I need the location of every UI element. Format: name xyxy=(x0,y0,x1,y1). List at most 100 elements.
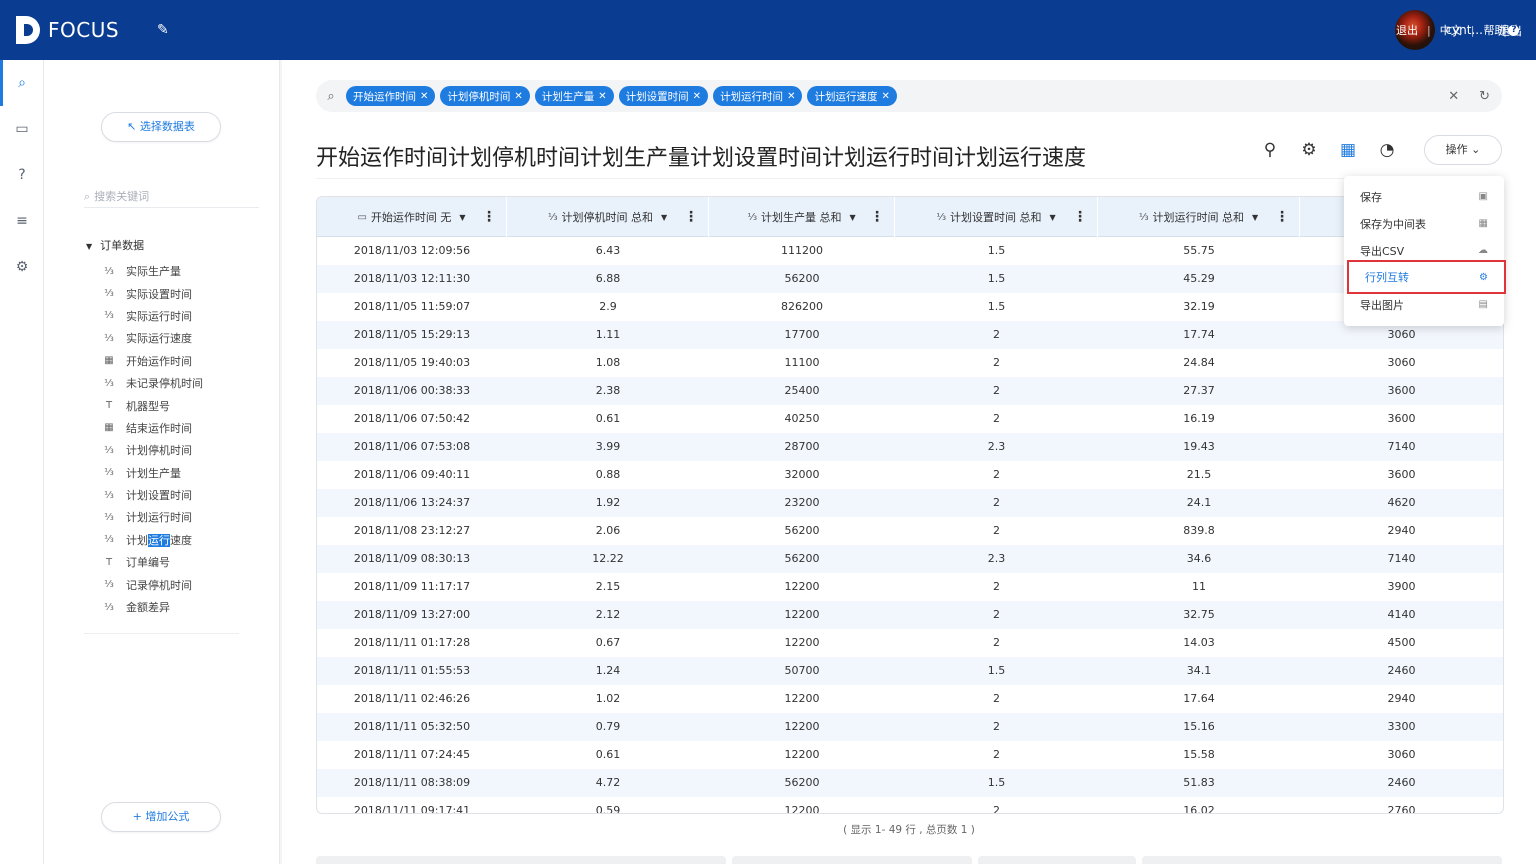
column-item[interactable]: ⅓ 金额差异 xyxy=(102,596,203,618)
add-formula-button[interactable]: + 增加公式 xyxy=(101,802,221,832)
refresh-icon[interactable]: ↻ xyxy=(1479,89,1490,104)
table-row[interactable]: 2018/11/09 08:30:13 12.22 56200 2.3 34.6 7140 xyxy=(317,545,1503,573)
column-item[interactable]: ▦ 结束运作时间 xyxy=(102,417,203,439)
column-item[interactable]: ▦ 开始运作时间 xyxy=(102,350,203,372)
data-nav-icon[interactable]: ≡ xyxy=(0,198,44,244)
more-icon[interactable]: ⋮ xyxy=(1275,209,1289,225)
table-cell: 4500 xyxy=(1387,636,1416,649)
close-icon[interactable]: ✕ xyxy=(693,91,701,102)
table-row[interactable]: 2018/11/06 13:24:37 1.92 23200 2 24.1 4620 xyxy=(317,489,1503,517)
column-item[interactable]: ⅓ 实际运行时间 xyxy=(102,305,203,327)
table-row[interactable]: 2018/11/06 07:53:08 3.99 28700 2.3 19.43 7140 xyxy=(317,433,1503,461)
table-row[interactable]: 2018/11/09 13:27:00 2.12 12200 2 32.75 4140 xyxy=(317,601,1503,629)
column-header[interactable]: ⅓ 计划生产量 总和 ▼ ⋮ xyxy=(709,197,895,237)
settings-nav-icon[interactable]: ⚙ xyxy=(0,244,44,290)
bottom-panel-tab[interactable] xyxy=(978,856,1136,864)
keyword-search-input[interactable]: ⌕ 搜索关键词 xyxy=(84,186,259,208)
column-item[interactable]: T 机器型号 xyxy=(102,394,203,416)
bottom-panel-tab[interactable] xyxy=(316,856,726,864)
logo[interactable]: FOCUS xyxy=(16,16,119,44)
table-row[interactable]: 2018/11/11 01:17:28 0.67 12200 2 14.03 4500 xyxy=(317,629,1503,657)
help-link[interactable]: 帮助 xyxy=(1483,22,1505,38)
table-row[interactable]: 2018/11/11 08:38:09 4.72 56200 1.5 51.83 2460 xyxy=(317,769,1503,797)
caret-down-icon[interactable]: ▼ xyxy=(86,242,92,251)
column-header[interactable]: ⅓ 计划停机时间 总和 ▼ ⋮ xyxy=(507,197,709,237)
search-token[interactable]: 计划生产量 ✕ xyxy=(534,86,614,106)
search-token[interactable]: 计划运行速度 ✕ xyxy=(807,86,897,106)
language-link[interactable]: 中文 xyxy=(1440,22,1462,38)
column-label: 计划设置时间 xyxy=(126,489,192,503)
help-icon[interactable]: ? xyxy=(1508,24,1520,36)
logout-link[interactable]: 退出 xyxy=(1396,22,1418,38)
search-bar[interactable]: ⌕ 开始运作时间 ✕ 计划停机时间 ✕ 计划生产量 ✕ 计划设置时间 ✕ 计划运行时间 ✕… xyxy=(316,80,1502,112)
more-icon[interactable]: ⋮ xyxy=(482,209,496,225)
measure-icon: ⅓ xyxy=(104,332,114,344)
column-item[interactable]: T 订单编号 xyxy=(102,551,203,573)
close-icon[interactable]: ✕ xyxy=(514,91,522,102)
table-row[interactable]: 2018/11/06 00:38:33 2.38 25400 2 27.37 3600 xyxy=(317,377,1503,405)
column-header[interactable]: ⅓ 计划设置时间 总和 ▼ ⋮ xyxy=(895,197,1098,237)
table-row[interactable]: 2018/11/11 01:55:53 1.24 50700 1.5 34.1 2460 xyxy=(317,657,1503,685)
column-item[interactable]: ⅓ 计划生产量 xyxy=(102,462,203,484)
table-row[interactable]: 2018/11/06 09:40:11 0.88 32000 2 21.5 3600 xyxy=(317,461,1503,489)
column-item[interactable]: ⅓ 实际运行速度 xyxy=(102,327,203,349)
gear-icon[interactable]: ⚙ xyxy=(1298,139,1320,161)
close-icon[interactable]: ✕ xyxy=(787,91,795,102)
sort-icon[interactable]: ▼ xyxy=(1050,213,1056,222)
edit-icon[interactable]: ✎ xyxy=(157,22,173,38)
table-row[interactable]: 2018/11/03 12:09:56 6.43 111200 1.5 55.75 xyxy=(317,237,1503,265)
more-icon[interactable]: ⋮ xyxy=(1073,209,1087,225)
table-row[interactable]: 2018/11/08 23:12:27 2.06 56200 2 839.8 2940 xyxy=(317,517,1503,545)
search-nav-icon[interactable]: ⌕ xyxy=(0,60,44,106)
bottom-panel-tab[interactable] xyxy=(732,856,972,864)
column-item[interactable]: ⅓ 计划设置时间 xyxy=(102,484,203,506)
column-item[interactable]: ⅓ 实际设置时间 xyxy=(102,282,203,304)
bottom-panel-tab[interactable] xyxy=(1142,856,1502,864)
search-token[interactable]: 计划停机时间 ✕ xyxy=(440,86,530,106)
table-cell: 2760 xyxy=(1387,804,1416,814)
close-icon[interactable]: ✕ xyxy=(881,91,889,102)
search-token[interactable]: 计划运行时间 ✕ xyxy=(713,86,803,106)
column-header[interactable]: ▭ 开始运作时间 无 ▼ ⋮ xyxy=(317,197,507,237)
column-item[interactable]: ⅓ 记录停机时间 xyxy=(102,573,203,595)
sort-icon[interactable]: ▼ xyxy=(459,213,465,222)
menu-item-save-as-intermediate[interactable]: 保存为中间表 ▦ xyxy=(1344,210,1504,237)
help-nav-icon[interactable]: ? xyxy=(0,152,44,198)
table-row[interactable]: 2018/11/03 12:11:30 6.88 56200 1.5 45.29 xyxy=(317,265,1503,293)
column-item[interactable]: ⅓ 计划运行时间 xyxy=(102,506,203,528)
menu-item-transpose[interactable]: 行列互转 ⚙ xyxy=(1347,260,1506,294)
select-table-button[interactable]: ↖ 选择数据表 xyxy=(101,112,221,142)
search-token[interactable]: 开始运作时间 ✕ xyxy=(346,86,436,106)
sort-icon[interactable]: ▼ xyxy=(1252,213,1258,222)
close-icon[interactable]: ✕ xyxy=(598,91,606,102)
column-item[interactable]: ⅓ 计划运行速度 xyxy=(102,529,203,551)
column-item[interactable]: ⅓ 未记录停机时间 xyxy=(102,372,203,394)
table-view-icon[interactable]: ▦ xyxy=(1337,139,1359,161)
table-row[interactable]: 2018/11/06 07:50:42 0.61 40250 2 16.19 3600 xyxy=(317,405,1503,433)
table-row[interactable]: 2018/11/11 07:24:45 0.61 12200 2 15.58 3060 xyxy=(317,741,1503,769)
sort-icon[interactable]: ▼ xyxy=(661,213,667,222)
dashboard-nav-icon[interactable]: ▭ xyxy=(0,106,44,152)
more-icon[interactable]: ⋮ xyxy=(870,209,884,225)
close-icon[interactable]: ✕ xyxy=(420,91,428,102)
column-item[interactable]: ⅓ 实际生产量 xyxy=(102,260,203,282)
chart-view-icon[interactable]: ◔ xyxy=(1376,139,1398,161)
table-row[interactable]: 2018/11/09 11:17:17 2.15 12200 2 11 3900 xyxy=(317,573,1503,601)
table-row[interactable]: 2018/11/05 11:59:07 2.9 826200 1.5 32.19 xyxy=(317,293,1503,321)
menu-item-save[interactable]: 保存 ▣ xyxy=(1344,183,1504,210)
table-row[interactable]: 2018/11/11 05:32:50 0.79 12200 2 15.16 3300 xyxy=(317,713,1503,741)
sort-icon[interactable]: ▼ xyxy=(850,213,856,222)
column-item[interactable]: ⅓ 计划停机时间 xyxy=(102,439,203,461)
table-node[interactable]: ▼ 订单数据 xyxy=(86,237,144,253)
operation-button[interactable]: 操作 ⌄ xyxy=(1424,135,1502,165)
table-row[interactable]: 2018/11/05 15:29:13 1.11 17700 2 17.74 3060 xyxy=(317,321,1503,349)
table-row[interactable]: 2018/11/05 19:40:03 1.08 11100 2 24.84 3060 xyxy=(317,349,1503,377)
table-row[interactable]: 2018/11/11 02:46:26 1.02 12200 2 17.64 2940 xyxy=(317,685,1503,713)
pin-icon[interactable]: ⚲ xyxy=(1259,139,1281,161)
column-header[interactable]: ⅓ 计划运行时间 总和 ▼ ⋮ xyxy=(1098,197,1300,237)
search-token[interactable]: 计划设置时间 ✕ xyxy=(618,86,709,106)
table-row[interactable]: 2018/11/11 09:17:41 0.59 12200 2 16.02 2760 xyxy=(317,797,1503,814)
menu-item-export-image[interactable]: 导出图片 ▤ xyxy=(1344,291,1504,318)
more-icon[interactable]: ⋮ xyxy=(684,209,698,225)
clear-icon[interactable]: ✕ xyxy=(1448,89,1459,104)
